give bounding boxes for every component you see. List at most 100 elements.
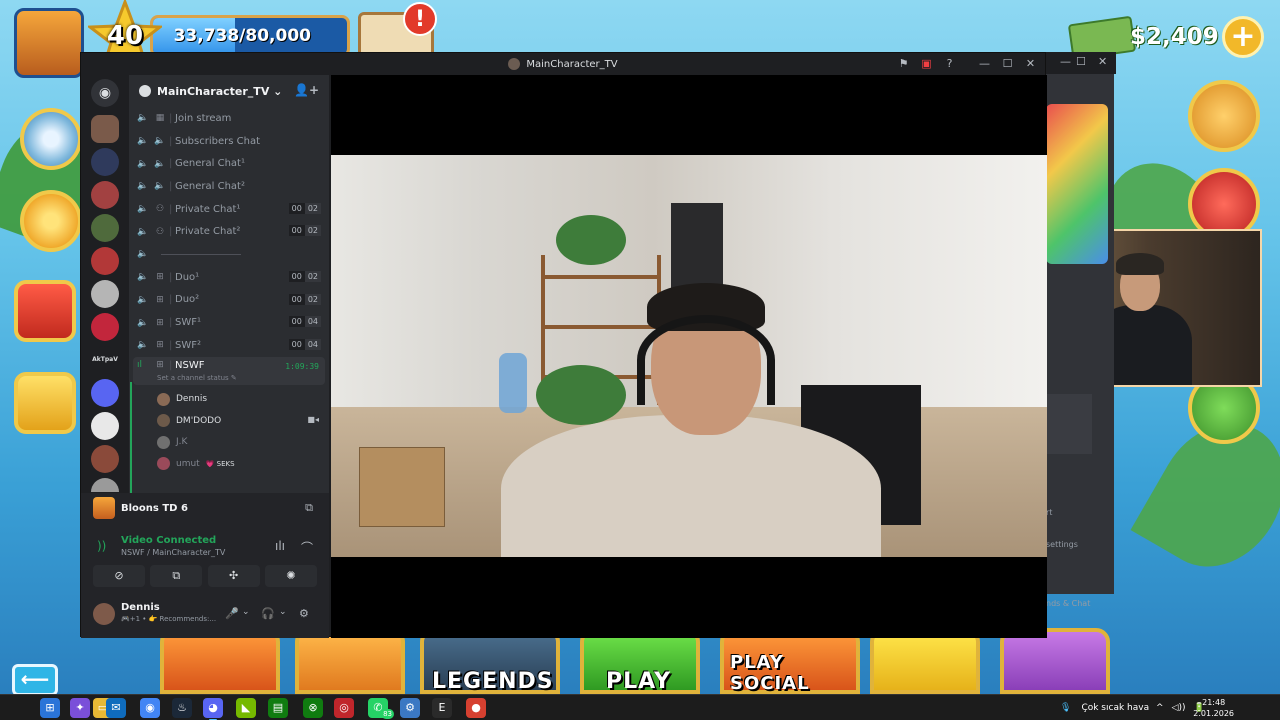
activities-button[interactable]: ✣	[207, 565, 260, 587]
weather-widget[interactable]: 🎙 Çok sıcak hava	[1060, 695, 1149, 720]
avatar[interactable]	[93, 603, 115, 625]
channel-item[interactable]: 🔈 ⊞ | SWF¹ 00 04	[129, 311, 329, 334]
copilot-icon[interactable]: ✦	[70, 698, 90, 718]
spartan-event-button[interactable]	[1188, 80, 1260, 152]
channel-item[interactable]: 🔈 ⚇ | Private Chat² 00 02	[129, 220, 329, 243]
xp-progress-bar: 33,738/80,000	[150, 15, 350, 57]
signal-icon: ))	[97, 539, 107, 553]
discord-home-icon[interactable]: ◉	[91, 79, 119, 107]
screen-icon[interactable]: ▣	[918, 56, 935, 72]
voice-user[interactable]: umut 💗 SEKS	[129, 453, 329, 475]
screen-share-button[interactable]: ⧉	[150, 565, 203, 587]
server-icon[interactable]	[91, 247, 119, 275]
channel-item[interactable]: 🔈 ⊞ | Duo¹ 00 02	[129, 266, 329, 289]
discord-taskbar-icon[interactable]: ◕	[203, 698, 223, 720]
channel-nswf[interactable]: ıl ⊞ | NSWF 1:09:39 Set a channel status…	[133, 356, 325, 385]
gamepad-icon: ⊞	[156, 317, 164, 328]
server-icon[interactable]	[91, 379, 119, 407]
server-icon[interactable]	[91, 478, 119, 492]
channel-item[interactable]: 🔈 ⚇ | Private Chat¹ 00 02	[129, 198, 329, 221]
volume-icon[interactable]: ◁))	[1172, 703, 1186, 713]
mic-options-chevron-icon[interactable]: ⌄	[242, 607, 250, 617]
voice-user[interactable]: J.K	[129, 432, 329, 454]
bloons-app-icon[interactable]: ●	[466, 698, 486, 718]
back-button[interactable]: ⟵	[12, 664, 58, 694]
channel-item[interactable]: 🔈 🔈 | Subscribers Chat	[129, 130, 329, 153]
channel-count-limit: 02	[304, 225, 321, 237]
stream-viewer[interactable]	[331, 75, 1047, 638]
speaker-icon: 🔈	[137, 226, 149, 237]
clock-date: 2.01.2026	[1193, 709, 1234, 718]
user-name[interactable]: Dennis	[121, 602, 160, 613]
voice-user[interactable]: Dennis	[129, 389, 329, 411]
stream-video[interactable]	[331, 155, 1047, 557]
channel-count-limit: 04	[304, 338, 321, 350]
settings-gear-button[interactable]	[20, 108, 82, 170]
game-icon	[93, 497, 115, 519]
activity-share-icon[interactable]: ⧉	[305, 501, 313, 515]
steam-icon[interactable]: ♨	[172, 698, 192, 718]
store-button[interactable]	[14, 280, 76, 342]
bg-close-icon[interactable]: ✕	[1098, 55, 1107, 68]
opera-icon[interactable]: ◎	[334, 698, 354, 718]
soundboard-button[interactable]: ✺	[264, 565, 317, 587]
server-icon[interactable]	[91, 214, 119, 242]
channel-count-current: 00	[288, 225, 305, 237]
add-cash-button[interactable]: +	[1222, 16, 1264, 58]
server-icon[interactable]	[91, 445, 119, 473]
invite-user-icon[interactable]: 👤+	[294, 83, 319, 97]
outlook-icon[interactable]: ✉	[106, 698, 126, 718]
voice-user-name: umut	[176, 458, 200, 469]
xbox-icon[interactable]: ⊗	[303, 698, 323, 718]
app-green-icon[interactable]: ▤	[268, 698, 288, 718]
whatsapp-icon[interactable]: ✆ 83	[368, 698, 394, 719]
nvidia-icon[interactable]: ◣	[236, 698, 256, 718]
channel-status[interactable]: Set a channel status ✎	[157, 374, 237, 382]
minimize-icon[interactable]: —	[976, 56, 993, 72]
trophy-store-button[interactable]	[14, 372, 76, 434]
disconnect-icon[interactable]: ⌒	[301, 539, 313, 556]
voice-location[interactable]: NSWF / MainCharacter_TV	[121, 548, 225, 557]
bg-maximize-icon[interactable]: ☐	[1076, 55, 1086, 68]
flag-icon[interactable]: ⚑	[895, 56, 912, 72]
server-icon[interactable]	[91, 148, 119, 176]
channel-item[interactable]: 🔈 ⊞ | SWF² 00 04	[129, 334, 329, 357]
microphone-icon[interactable]: 🎤	[225, 607, 239, 620]
speaker-icon: 🔈	[137, 181, 149, 192]
channel-item[interactable]: 🔈 ⊞ | Duo² 00 02	[129, 289, 329, 312]
bg-minimize-icon[interactable]: —	[1060, 55, 1071, 68]
headphones-icon[interactable]: 🎧	[261, 607, 275, 620]
epic-games-icon[interactable]: E	[432, 698, 452, 718]
play-social-label: PLAY SOCIAL	[730, 652, 810, 694]
channel-item[interactable]: 🔈 ▦ | Join stream	[129, 107, 329, 130]
channel-item[interactable]: 🔈 🔈 | General Chat²	[129, 175, 329, 198]
headphone-options-chevron-icon[interactable]: ⌄	[279, 607, 287, 617]
server-icon[interactable]	[91, 280, 119, 308]
gamepad-icon: ⊞	[156, 359, 164, 370]
server-icon[interactable]	[91, 115, 119, 143]
server-icon[interactable]	[91, 412, 119, 440]
server-icon[interactable]	[91, 313, 119, 341]
server-icon-akt[interactable]: AkTpaV	[91, 346, 119, 374]
server-header[interactable]: MainCharacter_TV ⌄ 👤+	[129, 75, 329, 107]
noise-suppression-icon[interactable]: ılı	[275, 539, 285, 553]
settings-app-icon[interactable]: ⚙	[400, 698, 420, 718]
channel-name: Subscribers Chat	[175, 135, 260, 147]
camera-off-button[interactable]: ⊘	[93, 565, 145, 587]
voice-status[interactable]: Video Connected	[121, 535, 216, 546]
server-icon[interactable]	[91, 181, 119, 209]
voice-user[interactable]: DM'DODO ■◂	[129, 410, 329, 432]
help-icon[interactable]: ?	[941, 56, 958, 72]
maximize-icon[interactable]: ☐	[999, 56, 1016, 72]
avatar	[157, 414, 170, 428]
player-avatar[interactable]	[14, 8, 84, 78]
settings-gear-icon[interactable]: ⚙	[299, 607, 309, 620]
tray-overflow-icon[interactable]: ^	[1156, 703, 1164, 713]
achievements-button[interactable]	[20, 190, 82, 252]
close-icon[interactable]: ✕	[1022, 56, 1039, 72]
clock[interactable]: 21:48 2.01.2026	[1193, 697, 1234, 719]
chrome-icon[interactable]: ◉	[140, 698, 160, 718]
windows-start-icon[interactable]: ⊞	[40, 698, 60, 718]
server-badge-icon	[139, 85, 151, 97]
channel-item[interactable]: 🔈 🔈 | General Chat¹	[129, 152, 329, 175]
